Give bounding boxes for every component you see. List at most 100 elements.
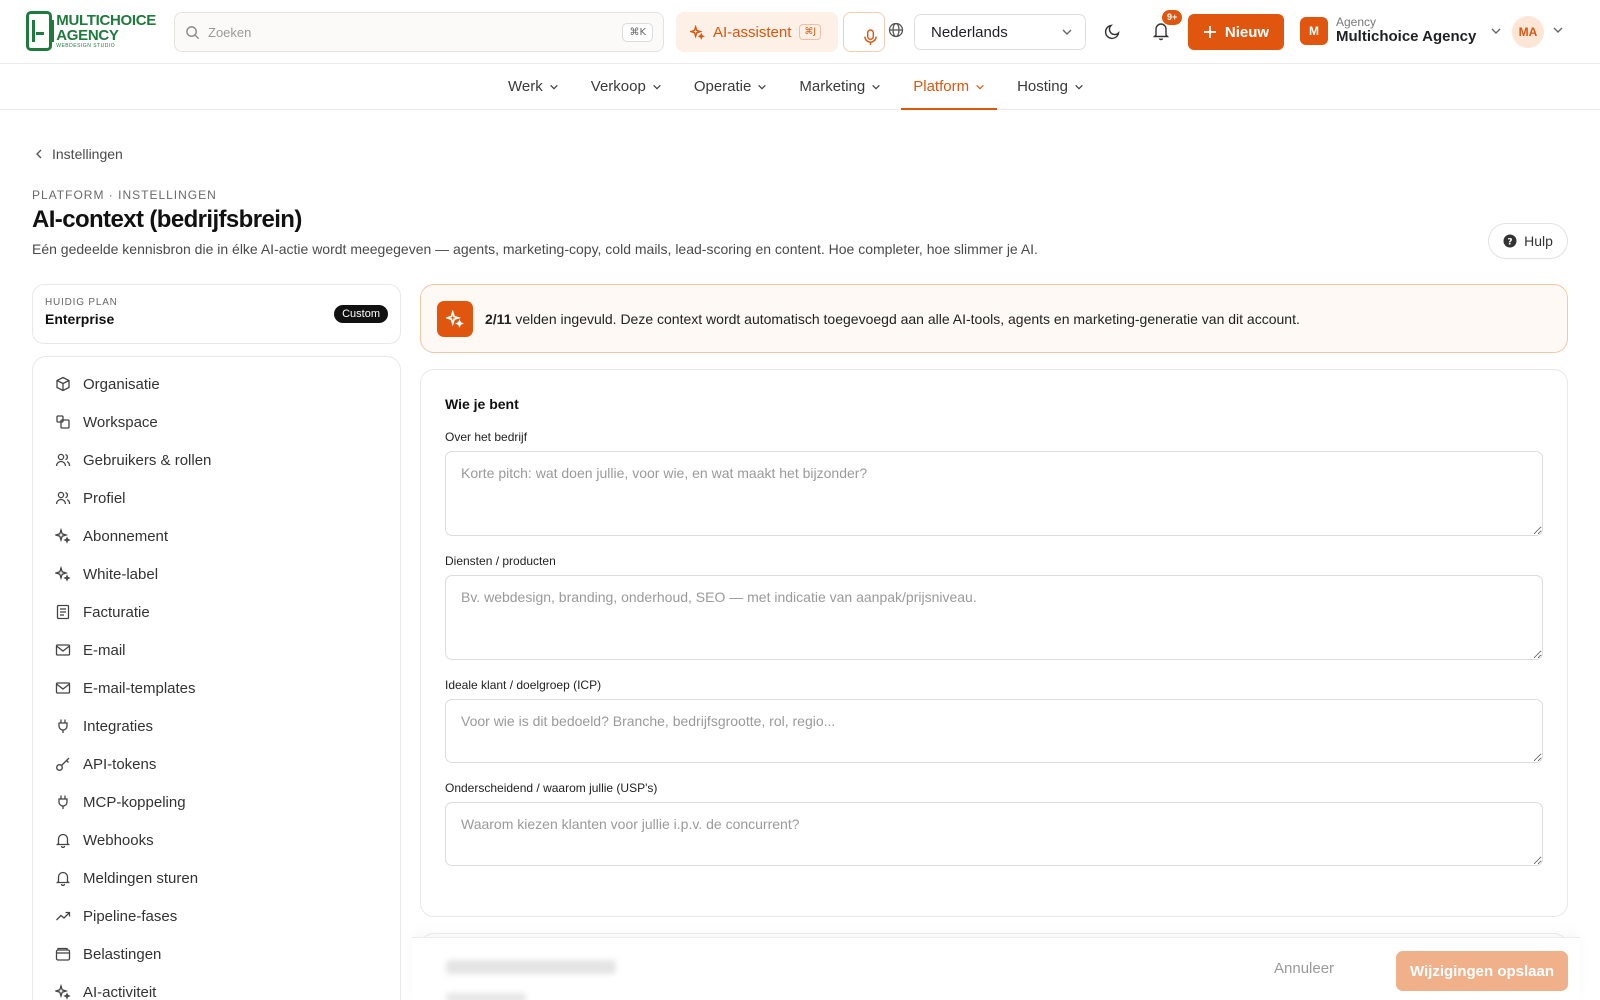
nav-item-label: Platform [913, 78, 970, 95]
nav-item-operatie[interactable]: Operatie [682, 64, 780, 109]
plus-icon [1203, 25, 1217, 39]
sidebar-item-label: Integraties [83, 717, 154, 735]
chevron-left-icon [34, 148, 44, 160]
sidebar-item-belastingen[interactable]: Belastingen [43, 935, 390, 973]
ai-shortcut: ⌘J [799, 24, 822, 40]
chevron-down-icon [652, 82, 662, 92]
who-you-are-card: Wie je bent Over het bedrijf Diensten / … [420, 369, 1568, 917]
sidebar-item-label: E-mail-templates [83, 679, 196, 697]
sidebar-item-gebruikers-rollen[interactable]: Gebruikers & rollen [43, 441, 390, 479]
sidebar-item-abonnement[interactable]: Abonnement [43, 517, 390, 555]
agency-switcher[interactable]: M Agency Multichoice Agency [1300, 15, 1502, 46]
sidebar-item-e-mail-templates[interactable]: E-mail-templates [43, 669, 390, 707]
sidebar-item-label: White-label [83, 565, 159, 583]
sidebar-item-profiel[interactable]: Profiel [43, 479, 390, 517]
chevron-down-icon [975, 82, 985, 92]
sidebar-item-meldingen-sturen[interactable]: Meldingen sturen [43, 859, 390, 897]
sidebar-item-label: Abonnement [83, 527, 169, 545]
sidebar-item-ai-activiteit[interactable]: AI-activiteit [43, 973, 390, 1000]
logo-mark-icon [26, 11, 55, 51]
banner-message: velden ingevuld. Deze context wordt auto… [511, 310, 1300, 327]
sidebar-item-label: Meldingen sturen [83, 869, 199, 887]
nav-item-label: Hosting [1017, 78, 1068, 95]
page-title: AI-context (bedrijfsbrein) [32, 206, 302, 233]
save-button[interactable]: Wijzigingen opslaan [1396, 951, 1568, 991]
users-icon [55, 452, 71, 468]
new-button-label: Nieuw [1224, 23, 1270, 41]
ai-assistant-button[interactable]: AI-assistent ⌘J [676, 12, 838, 52]
action-bar: Annuleer Wijzigingen opslaan [412, 937, 1580, 1000]
sidebar-item-webhooks[interactable]: Webhooks [43, 821, 390, 859]
chevron-down-icon [1061, 26, 1073, 38]
voice-button[interactable] [843, 12, 885, 52]
sidebar-item-label: Organisatie [83, 375, 160, 393]
nav-item-label: Verkoop [590, 78, 646, 95]
services-textarea[interactable] [445, 575, 1543, 660]
logo-line-3: WEBDESIGN STUDIO [56, 43, 116, 49]
nav-item-label: Marketing [799, 78, 866, 95]
sidebar-item-white-label[interactable]: White-label [43, 555, 390, 593]
new-button[interactable]: Nieuw [1188, 14, 1284, 50]
sidebar-item-label: AI-activiteit [83, 983, 157, 1000]
sidebar-item-api-tokens[interactable]: API-tokens [43, 745, 390, 783]
nav-item-hosting[interactable]: Hosting [1005, 64, 1096, 109]
sidebar-item-label: Pipeline-fases [83, 907, 178, 925]
current-plan-card: HUIDIG PLAN Enterprise Custom [32, 284, 401, 344]
breadcrumb: PLATFORM · INSTELLINGEN [32, 188, 217, 202]
sidebar-item-mcp-koppeling[interactable]: MCP-koppeling [43, 783, 390, 821]
chevron-down-icon [1074, 82, 1084, 92]
sidebar-item-workspace[interactable]: Workspace [43, 403, 390, 441]
sidebar-item-label: Facturatie [83, 603, 150, 621]
notifications-badge: 9+ [1162, 10, 1183, 25]
microphone-icon [863, 29, 878, 46]
field-label-services: Diensten / producten [445, 554, 556, 568]
banner-text: 2/11 velden ingevuld. Deze context wordt… [485, 311, 1300, 327]
sidebar-item-organisatie[interactable]: Organisatie [43, 365, 390, 403]
ai-context-banner: 2/11 velden ingevuld. Deze context wordt… [420, 284, 1568, 353]
sidebar-item-label: E-mail [83, 641, 126, 659]
cube-icon [55, 376, 71, 392]
help-button[interactable]: ? Hulp [1488, 223, 1568, 259]
wallet-icon [55, 946, 71, 962]
cancel-button[interactable]: Annuleer [1274, 960, 1334, 977]
svg-text:?: ? [1507, 238, 1512, 248]
sidebar-item-label: Workspace [83, 413, 158, 431]
user-avatar[interactable]: MA [1512, 16, 1544, 48]
dark-mode-toggle-icon[interactable] [1104, 22, 1122, 40]
sparkle-icon [690, 24, 705, 40]
search-box[interactable]: ⌘K [174, 12, 664, 52]
back-link-label: Instellingen [52, 146, 123, 162]
page-description: Eén gedeelde kennisbron die in élke AI-a… [32, 241, 1038, 257]
mail-icon [55, 642, 71, 658]
help-circle-icon: ? [1503, 234, 1517, 248]
search-shortcut: ⌘K [622, 22, 653, 42]
sidebar-item-label: Webhooks [83, 831, 154, 849]
back-link[interactable]: Instellingen [34, 146, 123, 162]
icp-textarea[interactable] [445, 699, 1543, 763]
sidebar-item-integraties[interactable]: Integraties [43, 707, 390, 745]
sidebar-item-e-mail[interactable]: E-mail [43, 631, 390, 669]
sidebar-item-pipeline-fases[interactable]: Pipeline-fases [43, 897, 390, 935]
sparkle-icon [55, 984, 71, 1000]
sidebar-item-label: API-tokens [83, 755, 157, 773]
nav-item-platform[interactable]: Platform [901, 64, 997, 110]
chevron-down-icon [549, 82, 559, 92]
nav-item-werk[interactable]: Werk [496, 64, 571, 109]
ai-assistant-label: AI-assistent [713, 23, 792, 41]
logo-line-1: MULTICHOICE [56, 12, 156, 29]
plug-icon [55, 794, 71, 810]
chevron-down-icon [1490, 25, 1502, 37]
usp-textarea[interactable] [445, 802, 1543, 866]
nav-item-marketing[interactable]: Marketing [787, 64, 893, 109]
nav-item-verkoop[interactable]: Verkoop [579, 64, 674, 109]
chevron-down-icon[interactable] [1552, 24, 1564, 36]
language-select[interactable]: Nederlands [914, 14, 1086, 50]
search-input[interactable] [208, 24, 623, 40]
sidebar-item-label: MCP-koppeling [83, 793, 186, 811]
brand-logo[interactable]: MULTICHOICE AGENCY WEBDESIGN STUDIO [26, 10, 156, 52]
sidebar-item-facturatie[interactable]: Facturatie [43, 593, 390, 631]
mail-icon [55, 680, 71, 696]
workspace-icon [55, 414, 71, 430]
about-company-textarea[interactable] [445, 451, 1543, 536]
chevron-down-icon [871, 82, 881, 92]
